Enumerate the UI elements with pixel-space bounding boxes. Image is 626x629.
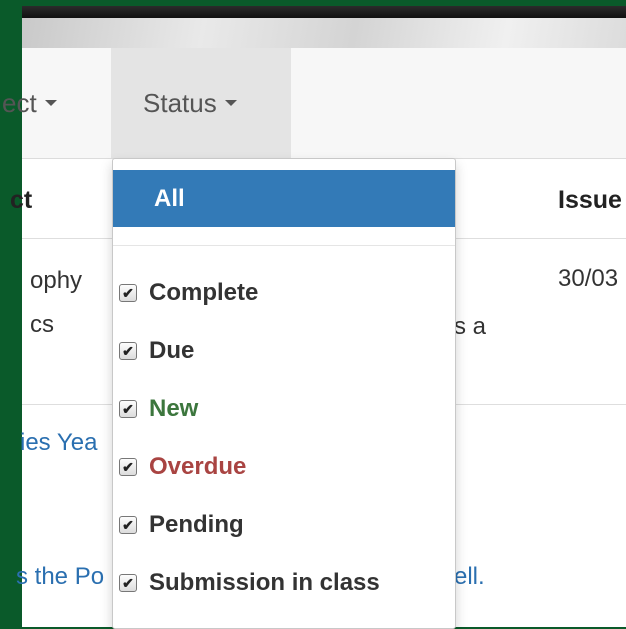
- row3-title-link[interactable]: s the Po: [16, 558, 104, 596]
- subject-filter-label: ect: [2, 87, 37, 118]
- filter-bar: ect Status: [2, 48, 626, 159]
- menu-divider: [113, 245, 455, 246]
- row3-title-tail[interactable]: ell.: [454, 558, 485, 596]
- subject-filter-button[interactable]: ect: [0, 48, 110, 158]
- caret-down-icon: [44, 100, 57, 106]
- status-option-pending[interactable]: ✔ Pending: [113, 505, 455, 545]
- checkbox-checked-icon[interactable]: ✔: [119, 400, 137, 418]
- status-option-overdue[interactable]: ✔ Overdue: [113, 447, 455, 487]
- column-header-subject[interactable]: ct: [10, 160, 32, 240]
- row1-subject-line1: ophy: [30, 267, 83, 294]
- row1-subject-line2: cs: [30, 311, 54, 338]
- status-option-new[interactable]: ✔ New: [113, 389, 455, 429]
- status-option-label: Submission in class: [149, 569, 380, 596]
- status-option-label: Pending: [149, 511, 244, 538]
- checkbox-checked-icon[interactable]: ✔: [119, 342, 137, 360]
- checkbox-checked-icon[interactable]: ✔: [119, 284, 137, 302]
- checkbox-checked-icon[interactable]: ✔: [119, 516, 137, 534]
- status-option-label: Complete: [149, 279, 259, 306]
- status-filter-button[interactable]: Status: [111, 48, 291, 158]
- checkbox-checked-icon[interactable]: ✔: [119, 458, 137, 476]
- header-banner: [22, 18, 626, 48]
- row1-title-fragment: s a: [454, 313, 487, 340]
- caret-down-icon: [224, 100, 237, 106]
- status-option-complete[interactable]: ✔ Complete: [113, 273, 455, 313]
- site-header: [22, 6, 626, 18]
- column-header-issued[interactable]: Issue: [558, 160, 622, 240]
- status-option-label: Due: [149, 337, 195, 364]
- status-option-all[interactable]: All: [113, 170, 455, 227]
- status-option-label: Overdue: [149, 453, 247, 480]
- status-option-submission-in-class[interactable]: ✔ Submission in class: [113, 563, 455, 603]
- checkbox-checked-icon[interactable]: ✔: [119, 574, 137, 592]
- row1-issued-date: 30/03: [558, 265, 619, 292]
- status-option-label: New: [149, 395, 199, 422]
- status-option-due[interactable]: ✔ Due: [113, 331, 455, 371]
- status-filter-label: Status: [143, 87, 217, 118]
- row2-title-link[interactable]: ies Yea: [20, 424, 97, 462]
- status-dropdown-menu: All ✔ Complete ✔ Due ✔ New ✔ Overdue ✔ P…: [112, 158, 456, 629]
